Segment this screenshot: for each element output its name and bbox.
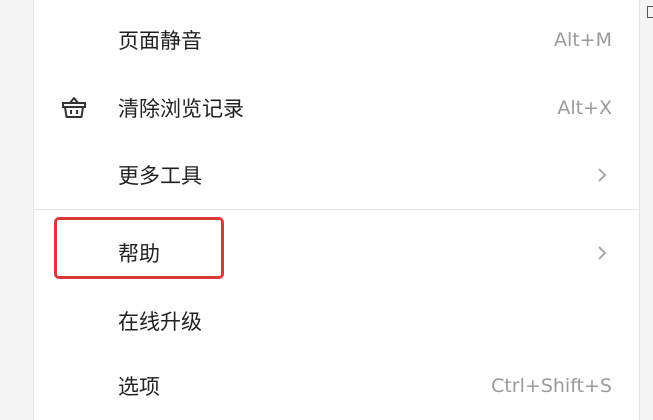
menu-item-label: 在线升级: [118, 310, 202, 334]
menu-item-online-upgrade[interactable]: 在线升级: [34, 291, 639, 351]
menu-item-options[interactable]: 选项 Ctrl+Shift+S: [34, 356, 639, 416]
menu-item-label: 清除浏览记录: [118, 97, 244, 121]
menu-item-label: 页面静音: [118, 29, 202, 53]
menu-item-clear-history[interactable]: 清除浏览记录 Alt+X: [34, 78, 639, 138]
menu-item-shortcut: Alt+X: [557, 97, 612, 119]
context-menu: 页面静音 Alt+M 清除浏览记录 Alt+X 更多工具 帮助 在线升级 选项 …: [33, 0, 640, 420]
menu-item-label: 更多工具: [118, 164, 202, 188]
menu-item-label: 选项: [118, 375, 160, 399]
menu-item-mute-page[interactable]: 页面静音 Alt+M: [34, 10, 639, 70]
window-edge-mark: [647, 6, 653, 18]
chevron-right-icon: [598, 168, 607, 182]
menu-item-shortcut: Alt+M: [553, 29, 612, 51]
chevron-right-icon: [598, 246, 607, 260]
highlight-box: [54, 217, 224, 279]
menu-item-more-tools[interactable]: 更多工具: [34, 145, 639, 205]
menu-item-shortcut: Ctrl+Shift+S: [491, 375, 612, 397]
menu-divider: [34, 209, 639, 210]
basket-icon: [62, 97, 86, 118]
